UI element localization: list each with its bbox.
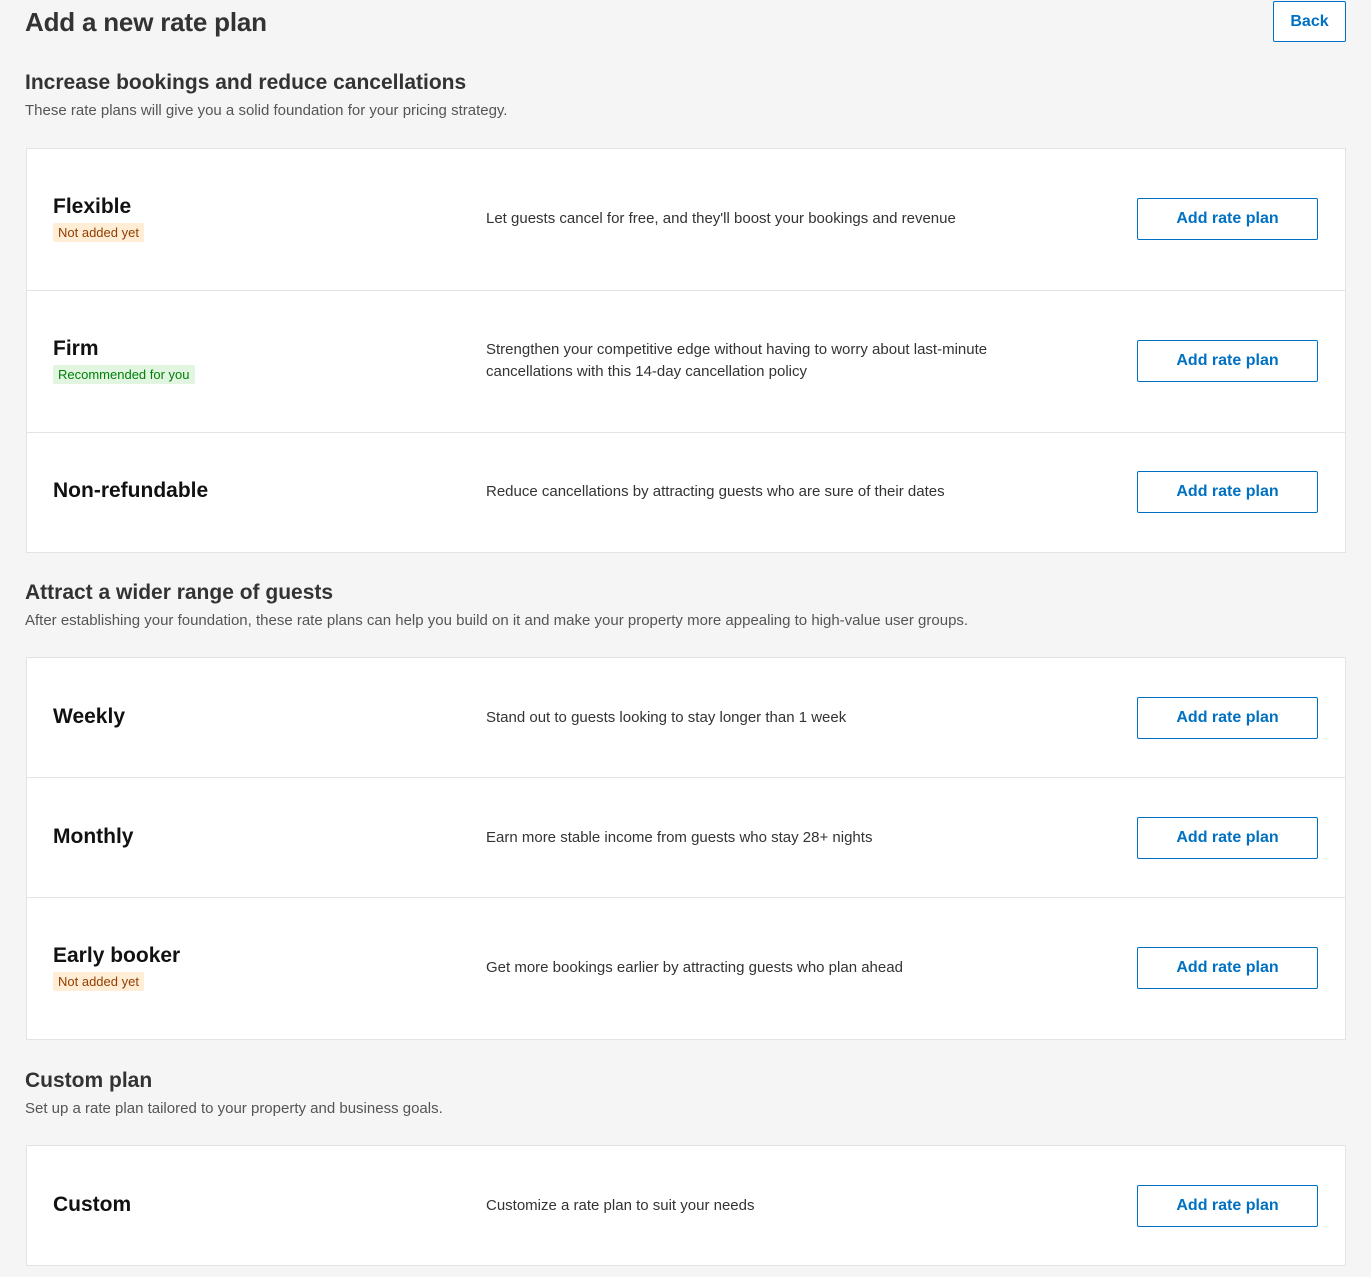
plan-description: Earn more stable income from guests who …	[486, 829, 873, 846]
rate-plan-row-flexible: Flexible Not added yet Let guests cancel…	[27, 149, 1345, 291]
plan-name-wrap: Monthly	[53, 825, 133, 849]
status-badge: Not added yet	[53, 972, 144, 991]
section-subtitle: These rate plans will give you a solid f…	[25, 102, 508, 119]
add-rate-plan-button-custom[interactable]: Add rate plan	[1137, 1185, 1318, 1227]
plan-description: Stand out to guests looking to stay long…	[486, 709, 847, 726]
back-button[interactable]: Back	[1273, 1, 1346, 42]
plan-name-wrap: Weekly	[53, 705, 125, 729]
plan-name: Monthly	[53, 825, 134, 848]
rate-plan-card-foundation: Flexible Not added yet Let guests cancel…	[26, 148, 1346, 553]
plan-description: Reduce cancellations by attracting guest…	[486, 483, 945, 500]
section-title: Custom plan	[25, 1069, 153, 1092]
rate-plan-card-custom: Custom Customize a rate plan to suit you…	[26, 1145, 1346, 1266]
plan-name-wrap: Early booker Not added yet	[53, 944, 180, 991]
recommended-badge: Recommended for you	[53, 365, 195, 384]
plan-name-wrap: Flexible Not added yet	[53, 195, 144, 242]
rate-plan-card-wider-range: Weekly Stand out to guests looking to st…	[26, 657, 1346, 1040]
section-header-wider-range: Attract a wider range of guests After es…	[25, 581, 968, 629]
rate-plan-row-non-refundable: Non-refundable Reduce cancellations by a…	[27, 433, 1345, 552]
plan-description: Let guests cancel for free, and they'll …	[486, 210, 956, 227]
plan-name: Firm	[53, 337, 99, 360]
plan-name: Early booker	[53, 944, 181, 967]
plan-name: Custom	[53, 1193, 132, 1216]
plan-name-wrap: Custom	[53, 1193, 131, 1217]
page: Add a new rate plan Back Increase bookin…	[0, 0, 1371, 1277]
section-subtitle: After establishing your foundation, thes…	[25, 612, 969, 629]
add-rate-plan-button-non-refundable[interactable]: Add rate plan	[1137, 471, 1318, 513]
section-header-foundation: Increase bookings and reduce cancellatio…	[25, 71, 507, 119]
plan-description: Strengthen your competitive edge without…	[486, 341, 988, 380]
plan-name: Flexible	[53, 195, 132, 218]
plan-description: Get more bookings earlier by attracting …	[486, 959, 903, 976]
plan-description: Customize a rate plan to suit your needs	[486, 1197, 755, 1214]
status-badge: Not added yet	[53, 223, 144, 242]
plan-name: Non-refundable	[53, 479, 209, 502]
add-rate-plan-button-early-booker[interactable]: Add rate plan	[1137, 947, 1318, 989]
rate-plan-row-monthly: Monthly Earn more stable income from gue…	[27, 778, 1345, 898]
page-title: Add a new rate plan	[25, 7, 267, 37]
section-title: Attract a wider range of guests	[25, 581, 334, 604]
add-rate-plan-button-weekly[interactable]: Add rate plan	[1137, 697, 1318, 739]
section-title: Increase bookings and reduce cancellatio…	[25, 71, 467, 94]
rate-plan-row-weekly: Weekly Stand out to guests looking to st…	[27, 658, 1345, 778]
section-header-custom: Custom plan Set up a rate plan tailored …	[25, 1069, 443, 1117]
add-rate-plan-button-monthly[interactable]: Add rate plan	[1137, 817, 1318, 859]
plan-name-wrap: Non-refundable	[53, 479, 208, 503]
rate-plan-row-firm: Firm Recommended for you Strengthen your…	[27, 291, 1345, 433]
plan-name: Weekly	[53, 705, 125, 728]
add-rate-plan-button-flexible[interactable]: Add rate plan	[1137, 198, 1318, 240]
section-subtitle: Set up a rate plan tailored to your prop…	[25, 1100, 443, 1117]
rate-plan-row-custom: Custom Customize a rate plan to suit you…	[27, 1146, 1345, 1265]
plan-name-wrap: Firm Recommended for you	[53, 337, 195, 384]
add-rate-plan-button-firm[interactable]: Add rate plan	[1137, 340, 1318, 382]
rate-plan-row-early-booker: Early booker Not added yet Get more book…	[27, 898, 1345, 1039]
